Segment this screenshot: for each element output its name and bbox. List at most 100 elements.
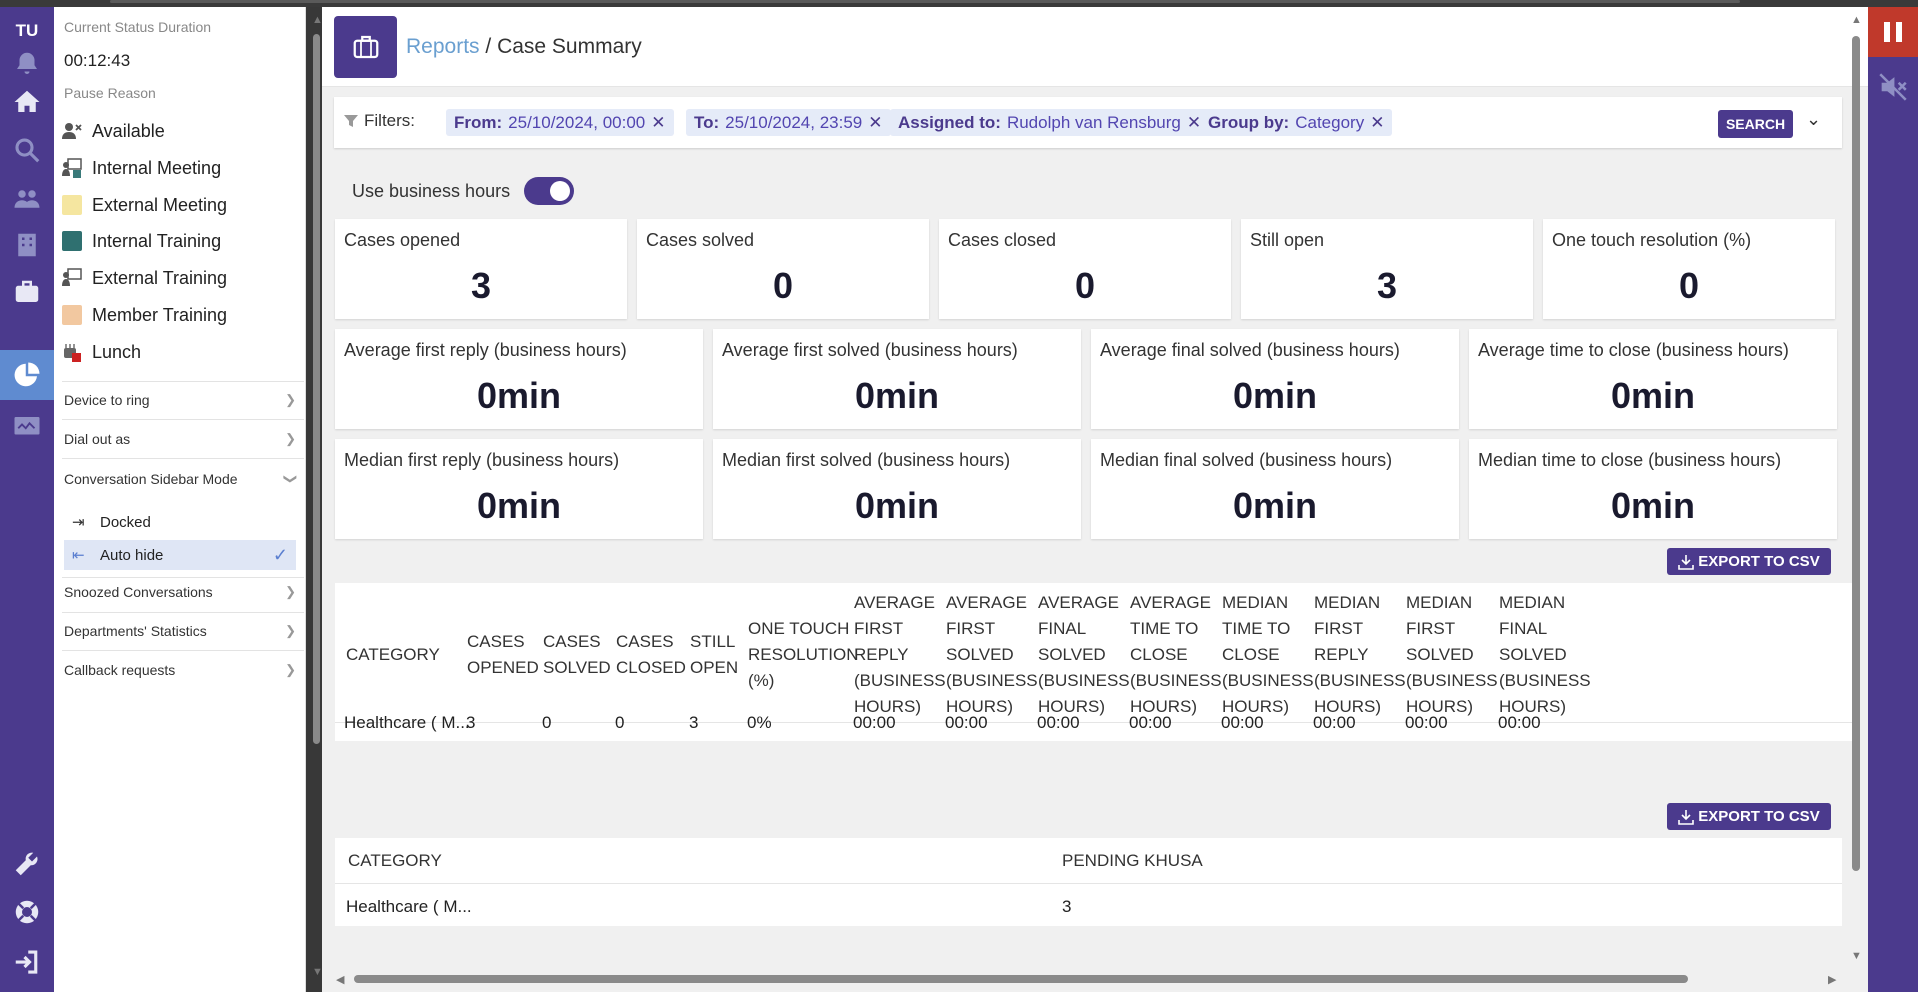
filters-label: Filters: (364, 111, 415, 130)
filter-chip-from[interactable]: From: 25/10/2024, 00:00 ✕ (446, 109, 674, 136)
menu-dial-out-as[interactable]: Dial out as ❯ (54, 424, 306, 454)
card-average-first-solved: Average first solved (business hours) 0m… (713, 329, 1081, 429)
card-average-time-to-close: Average time to close (business hours) 0… (1469, 329, 1837, 429)
column-header[interactable]: AVERAGE TIME TO CLOSE (BUSINESS HOURS) (1130, 590, 1222, 720)
export-csv-button[interactable]: EXPORT TO CSV (1667, 548, 1831, 575)
main-scrollbar[interactable]: ▲ ▼ (1850, 14, 1862, 974)
chip-value: Rudolph van Rensburg (1006, 112, 1181, 132)
pause-button[interactable] (1868, 7, 1918, 57)
logout-icon (15, 950, 38, 974)
nav-cases[interactable] (0, 270, 54, 314)
card-label: Still open (1250, 230, 1325, 250)
close-icon[interactable]: ✕ (651, 113, 665, 133)
nav-home[interactable] (0, 80, 54, 124)
search-button[interactable]: SEARCH (1718, 110, 1793, 138)
column-header[interactable]: AVERAGE FINAL SOLVED (BUSINESS HOURS) (1038, 590, 1130, 720)
business-hours-toggle[interactable] (524, 177, 575, 205)
menu-device-to-ring[interactable]: Device to ring ❯ (54, 385, 306, 415)
column-header[interactable]: MEDIAN TIME TO CLOSE (BUSINESS HOURS) (1222, 590, 1314, 720)
status-available[interactable]: Available (62, 117, 165, 145)
button-label: EXPORT TO CSV (1698, 553, 1820, 570)
funnel-icon (344, 115, 358, 127)
menu-sidebar-mode[interactable]: Conversation Sidebar Mode ❯ (54, 464, 306, 494)
card-value: 0min (854, 375, 940, 416)
column-header[interactable]: CASES CLOSED (616, 629, 686, 681)
sidebar-mode-docked[interactable]: ⇥ Docked (64, 507, 296, 537)
scroll-up-icon[interactable]: ▲ (1851, 14, 1862, 26)
card-median-final-solved: Median final solved (business hours) 0mi… (1091, 439, 1459, 539)
mute-button[interactable] (1868, 62, 1918, 112)
column-header[interactable]: CASES OPENED (467, 629, 539, 681)
card-average-first-reply: Average first reply (business hours) 0mi… (335, 329, 703, 429)
card-cases-opened: Cases opened 3 (335, 219, 627, 319)
category-stats-table: CATEGORY CASES OPENED CASES SOLVED CASES CLOSE… (335, 583, 1855, 741)
header-line: SOLVED (1038, 645, 1106, 664)
panel-scrollbar[interactable]: ▲ ▼ (312, 14, 323, 978)
status-label: Available (92, 120, 165, 141)
column-header[interactable]: CASES SOLVED (543, 629, 611, 681)
card-value: 0 (772, 265, 794, 306)
status-label: Internal Meeting (92, 157, 222, 178)
column-header[interactable]: AVERAGE FIRST REPLY (BUSINESS HOURS) (854, 590, 946, 720)
column-header[interactable]: MEDIAN FIRST SOLVED (BUSINESS HOURS) (1406, 590, 1498, 720)
pause-reason-label: Pause Reason (64, 85, 156, 101)
column-header[interactable]: MEDIAN FIRST REPLY (BUSINESS HOURS) (1314, 590, 1406, 720)
filter-chip-group-by[interactable]: Group by: Category ✕ (1200, 109, 1393, 136)
column-header[interactable]: STILL OPEN (690, 629, 738, 681)
chevron-down-icon[interactable]: ⌄ (1806, 109, 1821, 130)
scrollbar-thumb[interactable] (354, 975, 1688, 983)
building-icon (18, 233, 36, 257)
filter-chip-assigned-to[interactable]: Assigned to: Rudolph van Rensburg ✕ (890, 109, 1210, 136)
status-external-meeting[interactable]: External Meeting (62, 191, 227, 219)
status-internal-training[interactable]: Internal Training (62, 227, 221, 255)
column-header[interactable]: CATEGORY (346, 642, 440, 668)
card-average-final-solved: Average final solved (business hours) 0m… (1091, 329, 1459, 429)
divider (62, 419, 304, 420)
status-member-training[interactable]: Member Training (62, 301, 227, 329)
breadcrumb-reports-link[interactable]: Reports (406, 35, 480, 58)
status-external-training[interactable]: External Training (62, 264, 227, 292)
card-value: 0min (476, 375, 562, 416)
nav-help[interactable] (0, 890, 54, 934)
nav-rail: TU (0, 7, 54, 992)
nav-contacts[interactable] (0, 177, 54, 221)
status-lunch[interactable]: Lunch (62, 338, 141, 366)
header-line: ONE TOUCH (748, 619, 850, 638)
card-cases-solved: Cases solved 0 (637, 219, 929, 319)
scroll-right-icon[interactable]: ▶ (1828, 973, 1836, 986)
scrollbar-thumb[interactable] (313, 34, 320, 744)
menu-label: Device to ring (64, 392, 150, 408)
square-icon (62, 305, 82, 325)
scroll-left-icon[interactable]: ◀ (336, 973, 344, 986)
menu-callback-requests[interactable]: Callback requests ❯ (54, 655, 306, 685)
nav-search[interactable] (0, 128, 54, 172)
card-label: Median final solved (business hours) (1100, 450, 1393, 470)
nav-reports[interactable] (0, 350, 54, 400)
close-icon[interactable]: ✕ (868, 113, 882, 133)
filter-chip-to[interactable]: To: 25/10/2024, 23:59 ✕ (686, 109, 891, 136)
status-internal-meeting[interactable]: Internal Meeting (62, 154, 221, 182)
nav-monitor[interactable] (0, 405, 54, 449)
nav-settings[interactable] (0, 842, 54, 886)
status-label: Internal Training (92, 230, 222, 251)
square-icon (62, 231, 82, 251)
close-icon[interactable]: ✕ (1187, 113, 1201, 133)
user-initials-avatar[interactable]: TU (0, 21, 54, 41)
column-header[interactable]: ONE TOUCH RESOLUTION (%) (748, 616, 859, 694)
card-label: Cases solved (646, 230, 755, 250)
scroll-down-icon[interactable]: ▼ (1851, 950, 1862, 962)
nav-logout[interactable] (0, 940, 54, 984)
header-line: (BUSINESS (1038, 671, 1130, 690)
menu-snoozed-conversations[interactable]: Snoozed Conversations ❯ (54, 577, 306, 607)
menu-departments-statistics[interactable]: Departments' Statistics ❯ (54, 616, 306, 646)
export-csv-button[interactable]: EXPORT TO CSV (1667, 803, 1831, 830)
briefcase-icon (15, 280, 39, 302)
scrollbar-thumb[interactable] (1852, 36, 1860, 871)
close-icon[interactable]: ✕ (1370, 113, 1384, 133)
column-header[interactable]: MEDIAN FINAL SOLVED (BUSINESS HOURS) (1499, 590, 1591, 720)
sidebar-mode-auto-hide[interactable]: ⇤ Auto hide ✓ (64, 540, 296, 570)
horizontal-scrollbar[interactable]: ◀ ▶ (332, 972, 1844, 986)
nav-buildings[interactable] (0, 223, 54, 267)
column-header[interactable]: AVERAGE FIRST SOLVED (BUSINESS HOURS) (946, 590, 1038, 720)
card-label: Median first reply (business hours) (344, 450, 620, 470)
